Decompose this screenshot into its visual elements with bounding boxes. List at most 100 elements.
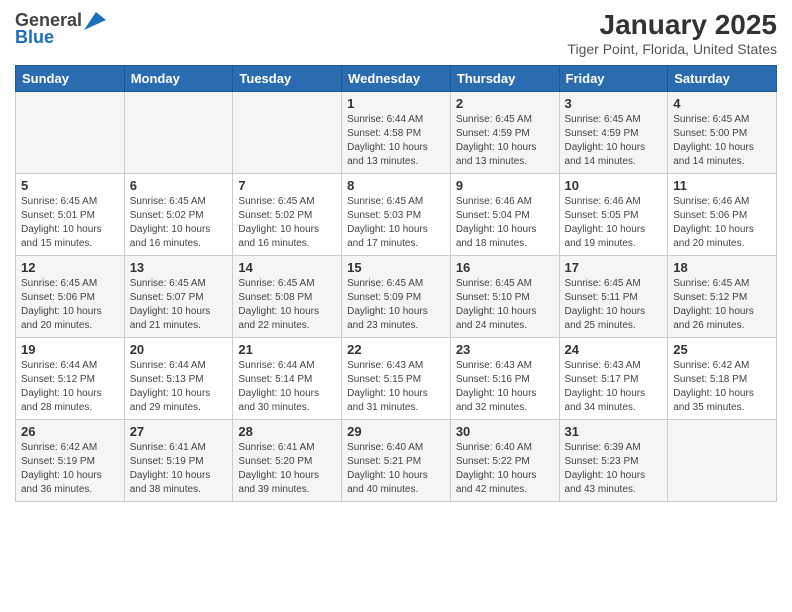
day-detail: Sunrise: 6:43 AMSunset: 5:16 PMDaylight:…: [456, 359, 554, 415]
day-number: 11: [673, 178, 771, 193]
table-row: 22 Sunrise: 6:43 AMSunset: 5:15 PMDayligh…: [342, 337, 451, 419]
table-row: 15 Sunrise: 6:45 AMSunset: 5:09 PMDayligh…: [342, 255, 451, 337]
table-row: 31 Sunrise: 6:39 AMSunset: 5:23 PMDayligh…: [559, 419, 668, 501]
table-row: 10 Sunrise: 6:46 AMSunset: 5:05 PMDayligh…: [559, 173, 668, 255]
table-row: [124, 91, 233, 173]
day-number: 29: [347, 424, 445, 439]
table-row: 25 Sunrise: 6:42 AMSunset: 5:18 PMDayligh…: [668, 337, 777, 419]
day-number: 18: [673, 260, 771, 275]
day-detail: Sunrise: 6:41 AMSunset: 5:19 PMDaylight:…: [130, 441, 228, 497]
day-number: 27: [130, 424, 228, 439]
day-detail: Sunrise: 6:39 AMSunset: 5:23 PMDaylight:…: [565, 441, 663, 497]
day-detail: Sunrise: 6:40 AMSunset: 5:22 PMDaylight:…: [456, 441, 554, 497]
day-number: 9: [456, 178, 554, 193]
logo: General Blue: [15, 10, 106, 48]
calendar-table: Sunday Monday Tuesday Wednesday Thursday…: [15, 65, 777, 502]
day-number: 3: [565, 96, 663, 111]
table-row: 16Sunrise: 6:45 AMSunset: 5:10 PMDayligh…: [450, 255, 559, 337]
calendar-title: January 2025: [567, 10, 777, 41]
calendar-week-row: 5 Sunrise: 6:45 AMSunset: 5:01 PMDaylight…: [16, 173, 777, 255]
day-number: 19: [21, 342, 119, 357]
calendar-week-row: 26Sunrise: 6:42 AMSunset: 5:19 PMDayligh…: [16, 419, 777, 501]
day-detail: Sunrise: 6:42 AMSunset: 5:18 PMDaylight:…: [673, 359, 771, 415]
day-detail: Sunrise: 6:42 AMSunset: 5:19 PMDaylight:…: [21, 441, 119, 497]
table-row: 9 Sunrise: 6:46 AMSunset: 5:04 PMDaylight…: [450, 173, 559, 255]
day-detail: Sunrise: 6:44 AMSunset: 4:58 PMDaylight:…: [347, 113, 445, 169]
day-number: 13: [130, 260, 228, 275]
table-row: 23 Sunrise: 6:43 AMSunset: 5:16 PMDayligh…: [450, 337, 559, 419]
day-number: 28: [238, 424, 336, 439]
table-row: [668, 419, 777, 501]
day-detail: Sunrise: 6:46 AMSunset: 5:06 PMDaylight:…: [673, 195, 771, 251]
day-number: 2: [456, 96, 554, 111]
table-row: 27 Sunrise: 6:41 AMSunset: 5:19 PMDayligh…: [124, 419, 233, 501]
day-number: 22: [347, 342, 445, 357]
day-detail: Sunrise: 6:45 AMSunset: 5:12 PMDaylight:…: [673, 277, 771, 333]
day-detail: Sunrise: 6:45 AMSunset: 4:59 PMDaylight:…: [565, 113, 663, 169]
day-number: 14: [238, 260, 336, 275]
day-number: 24: [565, 342, 663, 357]
day-number: 23: [456, 342, 554, 357]
day-number: 30: [456, 424, 554, 439]
day-detail: Sunrise: 6:45 AMSunset: 5:07 PMDaylight:…: [130, 277, 228, 333]
table-row: 2Sunrise: 6:45 AMSunset: 4:59 PMDaylight…: [450, 91, 559, 173]
day-detail: Sunrise: 6:40 AMSunset: 5:21 PMDaylight:…: [347, 441, 445, 497]
day-number: 10: [565, 178, 663, 193]
logo-blue-text: Blue: [15, 27, 106, 48]
table-row: 1Sunrise: 6:44 AMSunset: 4:58 PMDaylight…: [342, 91, 451, 173]
table-row: [16, 91, 125, 173]
day-detail: Sunrise: 6:45 AMSunset: 5:10 PMDaylight:…: [456, 277, 554, 333]
day-detail: Sunrise: 6:43 AMSunset: 5:15 PMDaylight:…: [347, 359, 445, 415]
day-number: 6: [130, 178, 228, 193]
table-row: 7Sunrise: 6:45 AMSunset: 5:02 PMDaylight…: [233, 173, 342, 255]
table-row: 29 Sunrise: 6:40 AMSunset: 5:21 PMDayligh…: [342, 419, 451, 501]
table-row: 28 Sunrise: 6:41 AMSunset: 5:20 PMDayligh…: [233, 419, 342, 501]
day-detail: Sunrise: 6:45 AMSunset: 5:08 PMDaylight:…: [238, 277, 336, 333]
day-detail: Sunrise: 6:45 AMSunset: 5:11 PMDaylight:…: [565, 277, 663, 333]
day-number: 25: [673, 342, 771, 357]
weekday-header-row: Sunday Monday Tuesday Wednesday Thursday…: [16, 65, 777, 91]
table-row: 17Sunrise: 6:45 AMSunset: 5:11 PMDayligh…: [559, 255, 668, 337]
header-sunday: Sunday: [16, 65, 125, 91]
day-number: 21: [238, 342, 336, 357]
table-row: 18 Sunrise: 6:45 AMSunset: 5:12 PMDayligh…: [668, 255, 777, 337]
header-wednesday: Wednesday: [342, 65, 451, 91]
table-row: [233, 91, 342, 173]
day-detail: Sunrise: 6:45 AMSunset: 5:01 PMDaylight:…: [21, 195, 119, 251]
calendar-week-row: 12 Sunrise: 6:45 AMSunset: 5:06 PMDayligh…: [16, 255, 777, 337]
day-detail: Sunrise: 6:44 AMSunset: 5:12 PMDaylight:…: [21, 359, 119, 415]
table-row: 4 Sunrise: 6:45 AMSunset: 5:00 PMDaylight…: [668, 91, 777, 173]
day-number: 5: [21, 178, 119, 193]
calendar-subtitle: Tiger Point, Florida, United States: [567, 41, 777, 57]
day-detail: Sunrise: 6:45 AMSunset: 5:00 PMDaylight:…: [673, 113, 771, 169]
day-number: 12: [21, 260, 119, 275]
header-saturday: Saturday: [668, 65, 777, 91]
day-detail: Sunrise: 6:45 AMSunset: 5:06 PMDaylight:…: [21, 277, 119, 333]
table-row: 20 Sunrise: 6:44 AMSunset: 5:13 PMDayligh…: [124, 337, 233, 419]
calendar-week-row: 1Sunrise: 6:44 AMSunset: 4:58 PMDaylight…: [16, 91, 777, 173]
header-tuesday: Tuesday: [233, 65, 342, 91]
day-number: 4: [673, 96, 771, 111]
day-detail: Sunrise: 6:43 AMSunset: 5:17 PMDaylight:…: [565, 359, 663, 415]
day-number: 31: [565, 424, 663, 439]
table-row: 26Sunrise: 6:42 AMSunset: 5:19 PMDayligh…: [16, 419, 125, 501]
day-detail: Sunrise: 6:46 AMSunset: 5:05 PMDaylight:…: [565, 195, 663, 251]
day-number: 15: [347, 260, 445, 275]
table-row: 8Sunrise: 6:45 AMSunset: 5:03 PMDaylight…: [342, 173, 451, 255]
day-detail: Sunrise: 6:46 AMSunset: 5:04 PMDaylight:…: [456, 195, 554, 251]
header-monday: Monday: [124, 65, 233, 91]
header-friday: Friday: [559, 65, 668, 91]
day-detail: Sunrise: 6:41 AMSunset: 5:20 PMDaylight:…: [238, 441, 336, 497]
table-row: 3 Sunrise: 6:45 AMSunset: 4:59 PMDaylight…: [559, 91, 668, 173]
table-row: 30 Sunrise: 6:40 AMSunset: 5:22 PMDayligh…: [450, 419, 559, 501]
day-number: 20: [130, 342, 228, 357]
day-detail: Sunrise: 6:44 AMSunset: 5:13 PMDaylight:…: [130, 359, 228, 415]
day-detail: Sunrise: 6:45 AMSunset: 5:09 PMDaylight:…: [347, 277, 445, 333]
day-detail: Sunrise: 6:45 AMSunset: 5:02 PMDaylight:…: [130, 195, 228, 251]
table-row: 5 Sunrise: 6:45 AMSunset: 5:01 PMDaylight…: [16, 173, 125, 255]
table-row: 24 Sunrise: 6:43 AMSunset: 5:17 PMDayligh…: [559, 337, 668, 419]
table-row: 6 Sunrise: 6:45 AMSunset: 5:02 PMDaylight…: [124, 173, 233, 255]
title-block: January 2025 Tiger Point, Florida, Unite…: [567, 10, 777, 57]
day-detail: Sunrise: 6:44 AMSunset: 5:14 PMDaylight:…: [238, 359, 336, 415]
table-row: 11 Sunrise: 6:46 AMSunset: 5:06 PMDayligh…: [668, 173, 777, 255]
